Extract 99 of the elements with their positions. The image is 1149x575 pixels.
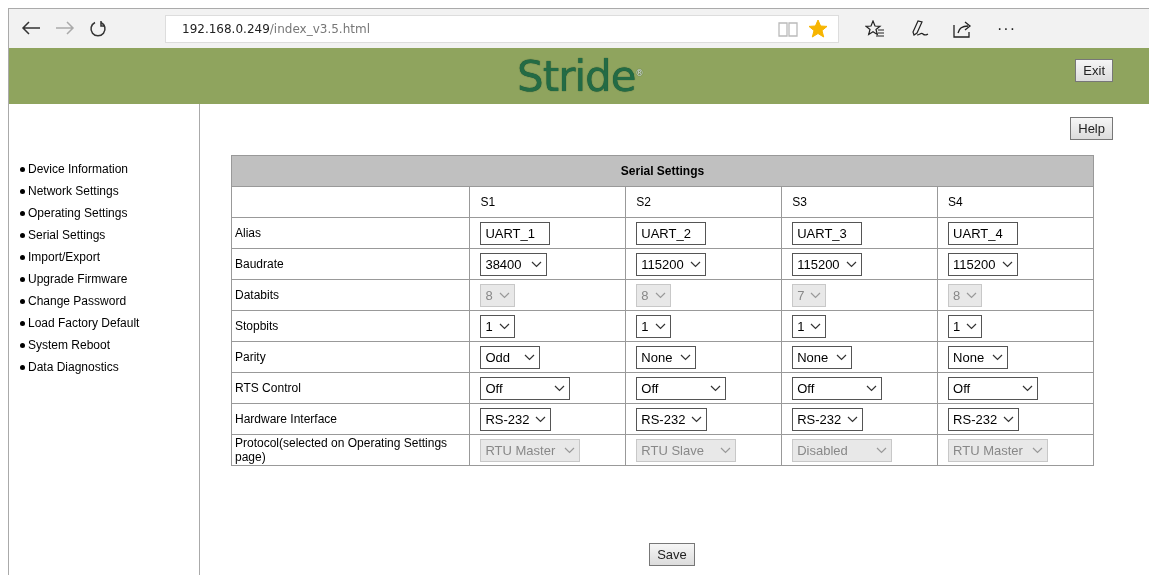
alias-field[interactable]: UART_2 <box>636 221 707 245</box>
alias-field[interactable]: UART_1 <box>480 221 551 245</box>
exit-button[interactable]: Exit <box>1075 59 1113 82</box>
caret-icon <box>966 291 978 299</box>
dropdown[interactable]: None <box>948 345 1009 369</box>
row-label: Protocol(selected on Operating Settings page) <box>231 434 470 466</box>
address-bar[interactable]: 192.168.0.249/index_v3.5.html <box>165 14 839 43</box>
caret-icon <box>498 322 510 330</box>
dropdown[interactable]: 1 <box>792 314 827 338</box>
dropdown[interactable]: 115200 <box>792 252 862 276</box>
dropdown[interactable]: 1 <box>948 314 983 338</box>
dropdown[interactable]: Off <box>792 376 883 400</box>
url-host: 192.168.0.249 <box>182 21 270 36</box>
caret-icon <box>1022 384 1034 392</box>
alias-field[interactable]: UART_3 <box>792 221 863 245</box>
pen-icon[interactable] <box>909 19 929 38</box>
column-header: S1 <box>469 186 626 218</box>
row-label: Databits <box>231 279 470 311</box>
save-button[interactable]: Save <box>649 543 695 566</box>
dropdown[interactable]: Odd <box>480 345 541 369</box>
url-path: /index_v3.5.html <box>269 21 370 36</box>
sidebar-link[interactable]: Data Diagnostics <box>28 360 119 374</box>
caret-icon <box>720 446 732 454</box>
caret-icon <box>847 415 859 423</box>
caret-icon <box>654 322 666 330</box>
alias-field[interactable]: UART_4 <box>948 221 1019 245</box>
sidebar-link[interactable]: Operating Settings <box>28 206 128 220</box>
logo: Stride$^{®}$ <box>517 51 643 101</box>
bullet-icon <box>20 276 25 282</box>
caret-icon <box>876 446 888 454</box>
caret-icon <box>992 353 1004 361</box>
bullet-icon <box>20 320 25 326</box>
column-header: S3 <box>781 186 938 218</box>
column-header: S2 <box>625 186 782 218</box>
caret-icon <box>554 384 566 392</box>
caret-icon <box>691 415 703 423</box>
dropdown[interactable]: Off <box>480 376 571 400</box>
dropdown[interactable]: 1 <box>480 314 515 338</box>
row-label: RTS Control <box>231 372 470 404</box>
caret-icon <box>680 353 692 361</box>
bullet-icon <box>20 188 25 194</box>
dropdown[interactable]: 115200 <box>636 252 706 276</box>
dropdown[interactable]: Off <box>948 376 1039 400</box>
bullet-icon <box>20 232 25 238</box>
row-label: Hardware Interface <box>231 403 470 435</box>
caret-icon <box>966 322 978 330</box>
caret-icon <box>1003 415 1015 423</box>
caret-icon <box>810 291 822 299</box>
dropdown[interactable]: None <box>792 345 853 369</box>
sidebar-link[interactable]: Import/Export <box>28 250 101 264</box>
dropdown[interactable]: Off <box>636 376 727 400</box>
dropdown[interactable]: None <box>636 345 697 369</box>
share-icon[interactable] <box>953 19 973 38</box>
bullet-icon <box>20 254 25 260</box>
dropdown[interactable]: RS-232 <box>792 407 864 431</box>
sidebar-link[interactable]: Load Factory Default <box>28 316 140 330</box>
bullet-icon <box>20 342 25 348</box>
sidebar-link[interactable]: Device Information <box>28 162 129 176</box>
caret-icon <box>866 384 878 392</box>
row-label: Baudrate <box>231 248 470 280</box>
back-icon[interactable] <box>21 19 41 36</box>
sidebar-link[interactable]: Upgrade Firmware <box>28 272 128 286</box>
caret-icon <box>654 291 666 299</box>
caret-icon <box>531 260 543 268</box>
caret-icon <box>836 353 848 361</box>
dropdown[interactable]: 1 <box>636 314 671 338</box>
dropdown[interactable]: RS-232 <box>948 407 1020 431</box>
bullet-icon <box>20 298 25 304</box>
caret-icon <box>810 322 822 330</box>
favorites-icon[interactable] <box>865 19 885 38</box>
sidebar-link[interactable]: Change Password <box>28 294 127 308</box>
row-label: Parity <box>231 341 470 373</box>
help-button[interactable]: Help <box>1070 117 1113 140</box>
sidebar-link[interactable]: Network Settings <box>28 184 119 198</box>
caret-icon <box>498 291 510 299</box>
caret-icon <box>564 446 576 454</box>
sidebar-link[interactable]: System Reboot <box>28 338 111 352</box>
row-label: Alias <box>231 217 470 249</box>
dropdown[interactable]: RS-232 <box>480 407 552 431</box>
column-header: S4 <box>937 186 1094 218</box>
table-title: Serial Settings <box>231 155 1094 187</box>
refresh-icon[interactable] <box>89 19 107 38</box>
caret-icon <box>689 260 701 268</box>
sidebar-link[interactable]: Serial Settings <box>28 228 106 242</box>
dropdown[interactable]: 115200 <box>948 252 1018 276</box>
caret-icon <box>524 353 536 361</box>
dropdown[interactable]: RS-232 <box>636 407 708 431</box>
row-label: Stopbits <box>231 310 470 342</box>
bullet-icon <box>20 166 25 172</box>
caret-icon <box>1032 446 1044 454</box>
caret-icon <box>1001 260 1013 268</box>
dropdown[interactable]: 38400 <box>480 252 548 276</box>
star-icon[interactable] <box>808 19 828 38</box>
caret-icon <box>710 384 722 392</box>
more-button[interactable]: ··· <box>997 19 1016 38</box>
bullet-icon <box>20 210 25 216</box>
caret-icon <box>535 415 547 423</box>
caret-icon <box>845 260 857 268</box>
bullet-icon <box>20 364 25 370</box>
